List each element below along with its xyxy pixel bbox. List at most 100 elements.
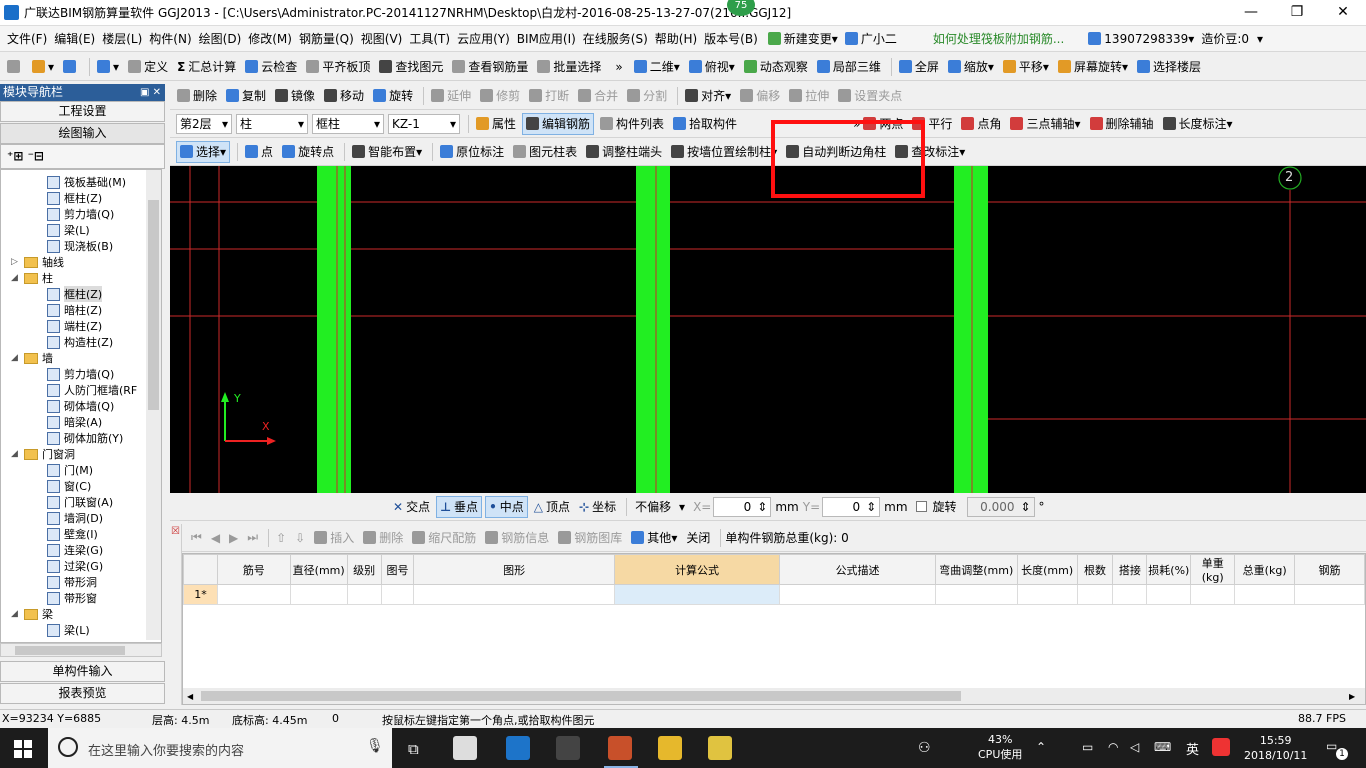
- open-file-button[interactable]: ▾: [29, 56, 57, 78]
- rotate-point-button[interactable]: 旋转点: [279, 141, 337, 163]
- expand-arrow-icon[interactable]: ▷: [11, 257, 21, 267]
- col-header-count[interactable]: 根数: [1076, 554, 1114, 585]
- grid-cell[interactable]: [1112, 584, 1148, 605]
- insert-row-button[interactable]: 插入: [311, 527, 357, 549]
- tree-item[interactable]: 端柱(Z): [47, 318, 102, 334]
- snap-perp-button[interactable]: ⊥ 垂点: [436, 495, 483, 518]
- scroll-left-icon[interactable]: ◀: [187, 692, 193, 701]
- clock[interactable]: 15:59 2018/10/11: [1244, 733, 1307, 763]
- delete-aux-button[interactable]: 删除辅轴: [1087, 113, 1157, 135]
- column-element[interactable]: [636, 166, 670, 493]
- rotate-angle-input[interactable]: 0.000 ⇕: [966, 496, 1035, 517]
- break-button[interactable]: 打断: [526, 85, 572, 107]
- move-down-button[interactable]: ⇩: [292, 527, 308, 549]
- col-header-lap[interactable]: 搭接: [1112, 554, 1148, 585]
- scroll-right-icon[interactable]: ▶: [1349, 692, 1355, 701]
- ime-indicator[interactable]: 英: [1186, 739, 1199, 758]
- col-header-grade[interactable]: 级别: [346, 554, 382, 585]
- rebar-library-button[interactable]: 钢筋图库: [555, 527, 625, 549]
- tree-item[interactable]: 构造柱(Z): [47, 334, 113, 350]
- fullscreen-button[interactable]: 全屏: [896, 56, 942, 78]
- screen-rotate-dropdown[interactable]: 屏幕旋转 ▾: [1055, 56, 1131, 78]
- undo-button[interactable]: ▾: [94, 56, 122, 78]
- minimize-button[interactable]: —: [1228, 0, 1274, 26]
- tree-item[interactable]: 壁龛(I): [47, 526, 98, 542]
- tree-item[interactable]: 框柱(Z): [47, 190, 102, 206]
- view-2d-dropdown[interactable]: 二维 ▾: [631, 56, 683, 78]
- column-element[interactable]: [954, 166, 988, 493]
- scroll-thumb[interactable]: [148, 200, 159, 410]
- expand-arrow-icon[interactable]: ◢: [11, 449, 21, 459]
- menu-version[interactable]: 版本号(B): [704, 30, 758, 47]
- select-dropdown[interactable]: 选择 ▾: [176, 140, 231, 163]
- mirror-button[interactable]: 镜像: [272, 85, 318, 107]
- nav-tree-hscrollbar[interactable]: [0, 643, 162, 657]
- col-header-figure-no[interactable]: 图号: [380, 554, 415, 585]
- grid-cell[interactable]: [1146, 584, 1192, 605]
- overflow-icon[interactable]: »: [615, 60, 622, 74]
- menu-floor[interactable]: 楼层(L): [102, 30, 142, 47]
- network-icon[interactable]: ▭: [1082, 740, 1093, 754]
- split-button[interactable]: 分割: [624, 85, 670, 107]
- tree-folder[interactable]: ◢ 门窗洞: [11, 446, 75, 462]
- windows-start-icon[interactable]: [14, 740, 32, 758]
- tree-item[interactable]: 人防门框墙(RF: [47, 382, 137, 398]
- sogou-icon[interactable]: [1212, 738, 1230, 756]
- view-top-dropdown[interactable]: 俯视 ▾: [686, 56, 738, 78]
- column-table-button[interactable]: 图元柱表: [510, 141, 580, 163]
- col-header-formula[interactable]: 计算公式: [613, 554, 781, 585]
- close-button[interactable]: ✕: [1320, 0, 1366, 26]
- find-element-button[interactable]: 查找图元: [376, 56, 446, 78]
- keyboard-icon[interactable]: ⌨: [1154, 740, 1171, 754]
- tree-item[interactable]: 现浇板(B): [47, 238, 113, 254]
- grid-close-icon[interactable]: ☒: [171, 526, 180, 537]
- edit-rebar-button[interactable]: 编辑钢筋: [522, 112, 595, 135]
- col-header-shape[interactable]: 图形: [413, 554, 615, 585]
- tree-item[interactable]: 门(M): [47, 462, 93, 478]
- col-header-unit-weight[interactable]: 单重(kg): [1190, 554, 1236, 585]
- tree-item[interactable]: 过梁(G): [47, 558, 103, 574]
- last-record-button[interactable]: ⏭: [244, 527, 261, 549]
- set-pinch-button[interactable]: 设置夹点: [835, 85, 905, 107]
- rotate-checkbox[interactable]: [915, 501, 927, 512]
- dynamic-view-button[interactable]: 动态观察: [741, 56, 811, 78]
- wifi-icon[interactable]: ◠: [1108, 740, 1118, 754]
- new-file-button[interactable]: [4, 56, 26, 78]
- single-component-input-button[interactable]: 单构件输入: [0, 661, 165, 682]
- trim-button[interactable]: 修剪: [477, 85, 523, 107]
- component-select[interactable]: KZ-1 ▾: [388, 113, 460, 134]
- tree-item[interactable]: 剪力墙(Q): [47, 366, 114, 382]
- pan-dropdown[interactable]: 平移 ▾: [1000, 56, 1052, 78]
- three-point-aux-dropdown[interactable]: 三点辅轴 ▾: [1007, 113, 1083, 135]
- local-3d-button[interactable]: 局部三维: [814, 56, 884, 78]
- other-dropdown[interactable]: 其他 ▾: [628, 527, 680, 549]
- tree-folder[interactable]: ▷ 轴线: [11, 254, 64, 270]
- type-select[interactable]: 柱 ▾: [236, 113, 308, 134]
- cloud-check-button[interactable]: 云检查: [242, 56, 300, 78]
- grid-cell[interactable]: [1016, 584, 1078, 605]
- table-row[interactable]: 1*: [183, 584, 1365, 605]
- expand-arrow-icon[interactable]: ◢: [11, 353, 21, 363]
- tree-item[interactable]: 带形洞: [47, 574, 97, 590]
- define-button[interactable]: 定义: [125, 56, 171, 78]
- assistant-button[interactable]: 广小二: [844, 30, 897, 47]
- flush-top-button[interactable]: 平齐板顶: [303, 56, 373, 78]
- tip-link[interactable]: 如何处理筏板附加钢筋...: [933, 30, 1064, 47]
- grid-cell[interactable]: [1076, 584, 1114, 605]
- move-up-button[interactable]: ⇧: [273, 527, 289, 549]
- grid-cell-formula[interactable]: [613, 584, 781, 605]
- tree-item[interactable]: 梁(L): [47, 622, 90, 638]
- first-record-button[interactable]: ⏮: [188, 527, 205, 549]
- tree-item[interactable]: 砌体加筋(Y): [47, 430, 123, 446]
- floor-select[interactable]: 第2层 ▾: [176, 113, 232, 134]
- menu-view[interactable]: 视图(V): [361, 30, 403, 47]
- taskbar-search[interactable]: 在这里输入你要搜索的内容 🎙: [48, 728, 392, 768]
- task-view-icon[interactable]: ⧉: [408, 740, 419, 758]
- menu-modify[interactable]: 修改(M): [248, 30, 292, 47]
- offset-button[interactable]: 偏移: [737, 85, 783, 107]
- menu-online[interactable]: 在线服务(S): [583, 30, 648, 47]
- ie-icon[interactable]: [506, 736, 530, 760]
- zoom-dropdown[interactable]: 缩放 ▾: [945, 56, 997, 78]
- x-offset-input[interactable]: 0 ⇕: [713, 496, 772, 517]
- menu-edit[interactable]: 编辑(E): [54, 30, 95, 47]
